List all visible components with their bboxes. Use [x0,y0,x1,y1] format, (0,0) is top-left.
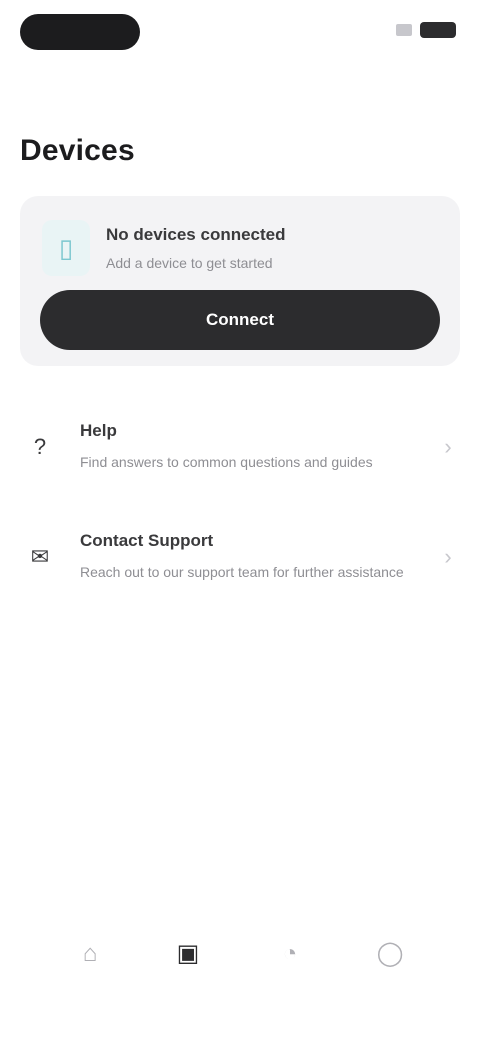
status-bar [0,0,480,64]
device-icon: ▯ [42,220,90,276]
signal-icon [396,24,412,36]
connect-card-text: No devices connected Add a device to get… [106,225,286,271]
connect-button[interactable]: Connect [40,290,440,350]
list-item-description: Reach out to our support team for furthe… [80,563,404,580]
support-icon: ✉ [30,544,50,569]
nav-item-profile[interactable]: ◯ [360,942,420,1012]
status-time-pill [20,14,140,50]
battery-icon [420,22,456,38]
support-list: ? Help Find answers to common questions … [20,392,460,612]
bottom-nav: ⌂ ▣ ◔ ◯ [0,920,480,1040]
connect-card-header: ▯ No devices connected Add a device to g… [42,218,438,278]
devices-icon: ▣ [176,940,200,967]
help-icon: ? [33,434,47,459]
status-icons [396,22,456,38]
list-item-text: Help Find answers to common questions an… [60,421,436,473]
list-item-description: Find answers to common questions and gui… [80,453,373,470]
list-item-title: Help [80,420,117,440]
connect-card-subtitle: Add a device to get started [106,255,273,271]
profile-icon: ◯ [376,940,404,967]
list-item-help[interactable]: ? Help Find answers to common questions … [20,392,460,502]
list-item-text: Contact Support Reach out to our support… [60,531,436,583]
activity-icon: ◔ [282,940,298,967]
page-title: Devices [20,134,135,167]
chevron-right-icon: › [444,544,452,569]
nav-item-home[interactable]: ⌂ [60,942,120,1012]
nav-item-devices[interactable]: ▣ [158,942,218,1012]
chevron-right-icon: › [444,434,452,459]
home-icon: ⌂ [82,940,98,967]
connect-card: ▯ No devices connected Add a device to g… [20,196,460,366]
list-item-title: Contact Support [80,530,214,550]
nav-item-activity[interactable]: ◔ [260,942,320,1012]
connect-card-title: No devices connected [106,225,286,244]
list-item-contact-support[interactable]: ✉ Contact Support Reach out to our suppo… [20,502,460,612]
